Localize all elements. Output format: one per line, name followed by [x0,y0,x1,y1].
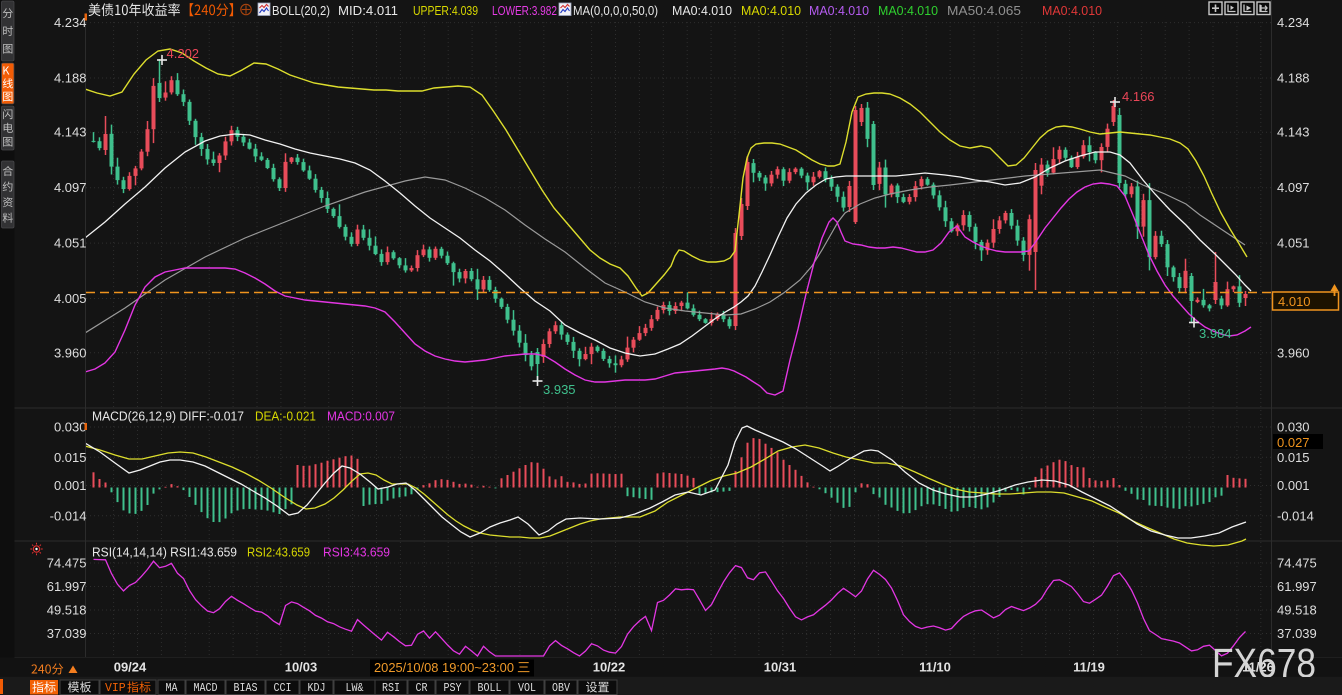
svg-text:4.143: 4.143 [1277,125,1310,140]
svg-text:MA(0,0,0,0,50,0): MA(0,0,0,0,50,0) [573,3,658,18]
svg-text:CCI: CCI [274,682,292,695]
svg-text:BIAS: BIAS [234,682,258,695]
svg-text:74.475: 74.475 [1277,556,1317,571]
svg-text:74.475: 74.475 [47,556,87,571]
svg-text:09/24: 09/24 [114,660,147,675]
svg-text:4.166: 4.166 [1122,89,1155,104]
svg-text:11/10: 11/10 [919,660,951,675]
svg-text:OBV: OBV [552,682,570,695]
svg-text:UPPER:4.039: UPPER:4.039 [413,3,478,18]
svg-text:0.001: 0.001 [54,478,87,493]
svg-text:61.997: 61.997 [1277,579,1317,594]
svg-text:2025/10/08 19:00~23:00: 2025/10/08 19:00~23:00 [374,660,514,675]
svg-text:4.188: 4.188 [1277,71,1310,86]
svg-text:3.984: 3.984 [1199,326,1232,341]
svg-text:MA0:4.010: MA0:4.010 [741,3,801,18]
svg-text:4.010: 4.010 [1278,294,1311,309]
svg-text:RSI3:43.659: RSI3:43.659 [323,545,390,560]
svg-text:37.039: 37.039 [1277,626,1317,641]
svg-text:0.001: 0.001 [1277,478,1310,493]
svg-text:DEA:-0.021: DEA:-0.021 [255,409,316,424]
svg-text:MACD(26,12,9) DIFF:-0.017: MACD(26,12,9) DIFF:-0.017 [92,409,244,424]
svg-text:MA50:4.065: MA50:4.065 [947,3,1021,18]
svg-text:MA: MA [166,682,178,695]
svg-text:10/31: 10/31 [764,660,797,675]
svg-text:MACD:0.007: MACD:0.007 [327,409,395,424]
svg-text:BOLL(20,2): BOLL(20,2) [272,3,330,18]
svg-text:CR: CR [416,682,428,695]
svg-text:MID:4.011: MID:4.011 [338,3,398,18]
svg-text:4.234: 4.234 [1277,15,1310,30]
svg-text:0.015: 0.015 [1277,450,1310,465]
svg-text:4.202: 4.202 [167,46,200,61]
svg-text:0.030: 0.030 [1277,420,1310,435]
svg-text:4.234: 4.234 [54,15,87,30]
svg-text:RSI: RSI [382,682,400,695]
svg-text:4.051: 4.051 [54,236,87,251]
svg-text:KDJ: KDJ [308,682,326,695]
svg-text:-0.014: -0.014 [50,508,87,523]
svg-text:10/22: 10/22 [593,660,626,675]
svg-text:4.097: 4.097 [54,180,87,195]
svg-text:MACD: MACD [194,682,218,695]
svg-text:11/19: 11/19 [1073,660,1105,675]
svg-text:MA0:4.010: MA0:4.010 [1042,3,1102,18]
svg-text:-0.014: -0.014 [1277,508,1314,523]
svg-text:RSI2:43.659: RSI2:43.659 [247,545,310,560]
svg-text:4.005: 4.005 [54,291,87,306]
svg-text:VOL: VOL [518,682,536,695]
svg-text:MA0:4.010: MA0:4.010 [672,3,732,18]
svg-text:4.143: 4.143 [54,125,87,140]
svg-text:49.518: 49.518 [47,602,87,617]
svg-text:3.935: 3.935 [543,382,576,397]
svg-text:3.960: 3.960 [54,345,87,360]
svg-text:10/03: 10/03 [285,660,318,675]
svg-text:37.039: 37.039 [47,626,87,641]
svg-text:LOWER:3.982: LOWER:3.982 [492,3,557,18]
svg-text:PSY: PSY [444,682,462,695]
svg-text:4.051: 4.051 [1277,236,1310,251]
svg-text:BOLL: BOLL [478,682,502,695]
svg-text:0.030: 0.030 [54,420,87,435]
svg-text:4.188: 4.188 [54,71,87,86]
svg-text:61.997: 61.997 [47,579,87,594]
svg-text:LW&: LW& [346,682,364,695]
svg-text:4.097: 4.097 [1277,180,1310,195]
svg-text:0.015: 0.015 [54,450,87,465]
svg-text:VIP: VIP [105,682,126,695]
svg-text:MA0:4.010: MA0:4.010 [809,3,869,18]
svg-text:MA0:4.010: MA0:4.010 [878,3,938,18]
svg-text:49.518: 49.518 [1277,602,1317,617]
svg-text:3.960: 3.960 [1277,345,1310,360]
svg-text:0.027: 0.027 [1277,435,1310,450]
svg-text:RSI(14,14,14) RSI1:43.659: RSI(14,14,14) RSI1:43.659 [92,545,237,560]
